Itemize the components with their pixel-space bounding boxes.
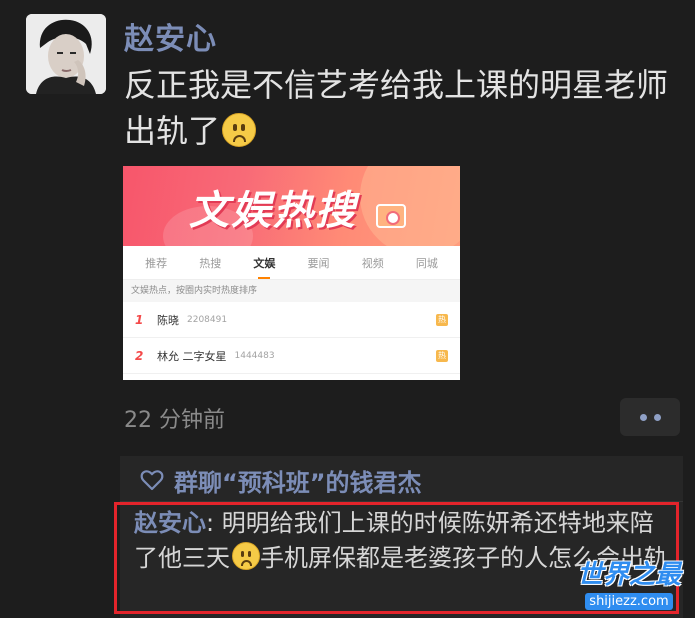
tab-news: 要闻 [307, 256, 330, 270]
post-text-content: 反正我是不信艺考给我上课的明星老师出轨了 [124, 66, 669, 150]
rank-number: 1 [135, 312, 144, 327]
tab-recommend: 推荐 [145, 256, 168, 270]
heart-icon [140, 470, 164, 491]
post-timestamp: 22 分钟前 [124, 408, 225, 433]
hot-search-note: 文娱热点，按圈内实时热度排序 [123, 280, 460, 302]
tab-entertainment: 文娱 [253, 256, 276, 279]
hot-count: 1444483 [234, 350, 275, 361]
dot-icon [653, 413, 661, 421]
tab-hot: 热搜 [199, 256, 222, 270]
hot-keyword: 陈晓 [157, 313, 179, 327]
hot-keyword: 林允 二字女星 [157, 349, 227, 363]
hot-count: 2208491 [187, 314, 228, 325]
moments-post-page: 赵安心 反正我是不信艺考给我上课的明星老师出轨了 文娱热搜 推荐 热搜 文娱 要… [0, 0, 695, 618]
hot-search-tabs: 推荐 热搜 文娱 要闻 视频 同城 [123, 246, 460, 280]
hot-search-title: 文娱热搜 [189, 188, 357, 234]
likes-names[interactable]: 群聊“预科班”的钱君杰 [174, 463, 422, 498]
likes-row[interactable]: 群聊“预科班”的钱君杰 [140, 463, 422, 497]
camera-icon [376, 204, 406, 228]
dot-icon [639, 413, 647, 421]
watermark-url: shijiezz.com [585, 593, 673, 610]
watermark-logo: 世界之最 shijiezz.com [568, 560, 690, 616]
hot-tag-icon: 热 [436, 313, 448, 326]
hot-search-row: 2 林允 二字女星 1444483 热 [123, 338, 460, 374]
post-text: 反正我是不信艺考给我上课的明星老师出轨了 [124, 62, 684, 154]
avatar[interactable] [26, 14, 106, 94]
sad-face-icon [222, 113, 257, 147]
watermark-main: 世界之最 [576, 560, 681, 590]
more-actions-button[interactable] [620, 398, 680, 436]
rank-number: 2 [135, 348, 144, 363]
hot-search-row: 1 陈晓 2208491 热 [123, 302, 460, 338]
hot-search-image[interactable]: 文娱热搜 推荐 热搜 文娱 要闻 视频 同城 文娱热点，按圈内实时热度排序 1 … [123, 166, 460, 380]
tab-local: 同城 [415, 256, 438, 270]
post-author-name[interactable]: 赵安心 [124, 14, 217, 58]
hot-tag-icon: 热 [436, 349, 448, 362]
avatar-photo-icon [26, 14, 106, 94]
tab-video: 视频 [361, 256, 384, 270]
hot-search-banner: 文娱热搜 [123, 166, 460, 246]
